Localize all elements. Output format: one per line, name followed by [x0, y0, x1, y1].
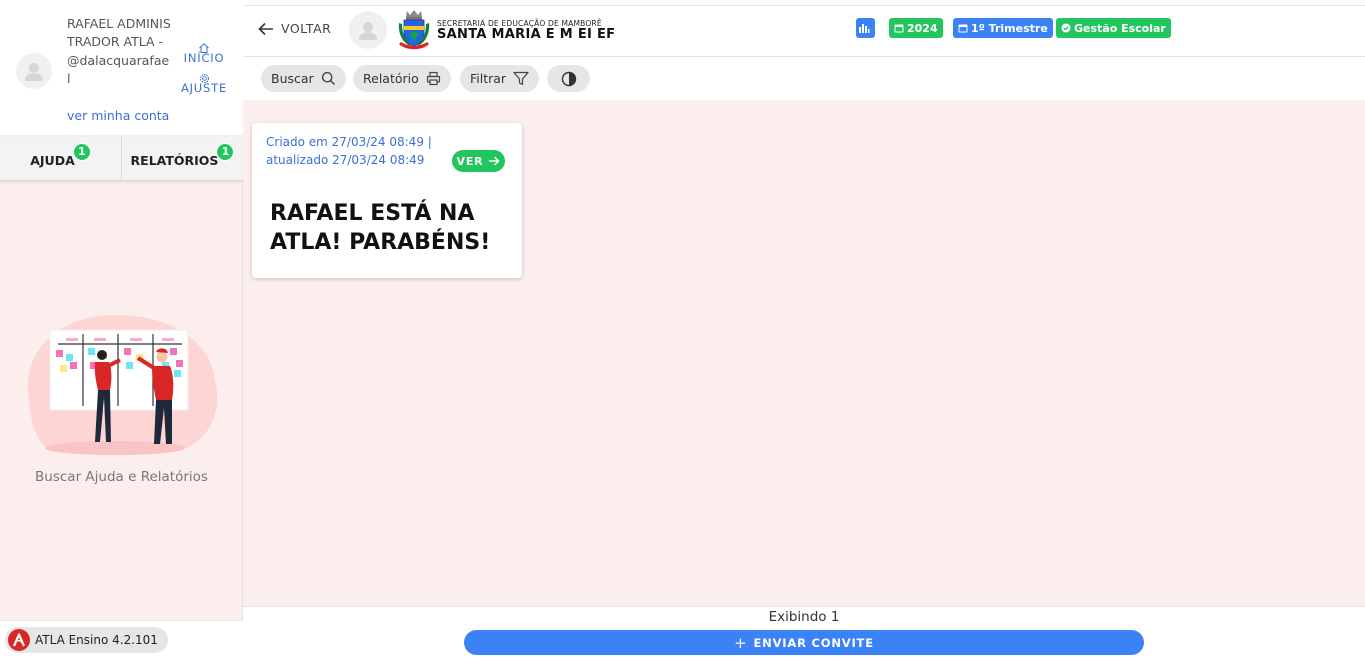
arrow-right-icon [489, 156, 500, 166]
arrow-left-icon [258, 22, 273, 35]
sidebar: RAFAEL ADMINISTRADOR ATLA - @dalacquaraf… [0, 0, 243, 657]
printer-icon [426, 71, 440, 86]
tab-reports-label: RELATÓRIOS [130, 153, 219, 168]
school-avatar[interactable] [349, 11, 387, 49]
user-name: RAFAEL ADMINISTRADOR ATLA - @dalacquaraf… [67, 16, 171, 87]
card-dates: Criado em 27/03/24 08:49 | atualizado 27… [266, 135, 432, 167]
tab-help[interactable]: AJUDA 1 [0, 137, 121, 180]
check-circle-icon [1061, 23, 1071, 33]
settings-label: AJUSTE [180, 81, 228, 95]
filter-button[interactable]: Filtrar [460, 65, 540, 92]
system-label: Gestão Escolar [1074, 21, 1166, 35]
toolbar: Buscar Relatório Filtrar [243, 57, 1365, 100]
user-silhouette-icon [25, 63, 43, 81]
back-button[interactable]: VOLTAR [258, 21, 331, 36]
term-badge[interactable]: 1º Trimestre [953, 18, 1053, 38]
bar-chart-icon [859, 24, 870, 33]
tab-help-label: AJUDA [30, 153, 75, 168]
term-label: 1º Trimestre [971, 21, 1048, 35]
send-invite-label: ENVIAR CONVITE [753, 635, 874, 650]
view-label: VER [456, 154, 484, 168]
send-invite-button[interactable]: + ENVIAR CONVITE [464, 630, 1144, 655]
report-label: Relatório [363, 71, 419, 86]
plus-icon: + [734, 633, 748, 652]
feed-card: Criado em 27/03/24 08:49 | atualizado 27… [252, 123, 522, 278]
search-button[interactable]: Buscar [261, 65, 346, 92]
help-count-badge: 1 [72, 142, 91, 161]
search-icon [321, 71, 335, 86]
user-profile-panel: RAFAEL ADMINISTRADOR ATLA - @dalacquaraf… [0, 0, 243, 136]
user-avatar[interactable] [16, 53, 52, 89]
report-button[interactable]: Relatório [353, 65, 451, 92]
results-count: Exibindo 1 [768, 609, 840, 625]
home-label: INÍCIO [183, 51, 225, 65]
school-name: SANTA MARIA E M EI EF [437, 27, 616, 42]
theme-toggle-button[interactable] [547, 65, 590, 92]
municipal-crest-icon [398, 10, 430, 50]
search-label: Buscar [271, 71, 314, 86]
view-button[interactable]: VER [452, 150, 505, 172]
back-label: VOLTAR [281, 21, 332, 36]
my-account-link[interactable]: ver minha conta [67, 108, 169, 123]
stats-button[interactable] [856, 18, 875, 38]
calendar-icon [894, 24, 904, 33]
calendar-icon [958, 24, 968, 33]
team-board-illustration [27, 315, 218, 455]
app-version-label: ATLA Ensino 4.2.101 [35, 633, 158, 647]
app-version-button[interactable]: ATLA Ensino 4.2.101 [5, 627, 168, 653]
footer: Exibindo 1 + ENVIAR CONVITE [243, 606, 1365, 657]
system-badge[interactable]: Gestão Escolar [1056, 18, 1171, 38]
filter-icon [513, 71, 529, 86]
filter-label: Filtrar [470, 71, 507, 86]
year-label: 2024 [907, 21, 938, 35]
empty-state-text: Buscar Ajuda e Relatórios [35, 469, 208, 485]
version-bar: ATLA Ensino 4.2.101 [0, 620, 243, 657]
feed-area: Criado em 27/03/24 08:49 | atualizado 27… [243, 100, 1365, 606]
atla-logo-icon [8, 629, 30, 651]
home-link[interactable]: INÍCIO [178, 42, 230, 65]
tab-reports[interactable]: RELATÓRIOS 1 [121, 137, 243, 180]
user-silhouette-icon [359, 22, 377, 40]
reports-count-badge: 1 [216, 142, 235, 161]
settings-link[interactable]: AJUSTE [178, 73, 230, 95]
header: VOLTAR SECRETARIA DE EDUCAÇÃO DE MAMBORÊ… [243, 6, 1365, 57]
card-title: RAFAEL ESTÁ NA ATLA! PARABÉNS! [270, 201, 491, 255]
year-badge[interactable]: 2024 [889, 18, 943, 38]
help-reports-tabs: AJUDA 1 RELATÓRIOS 1 [0, 137, 243, 180]
contrast-icon [561, 71, 576, 86]
